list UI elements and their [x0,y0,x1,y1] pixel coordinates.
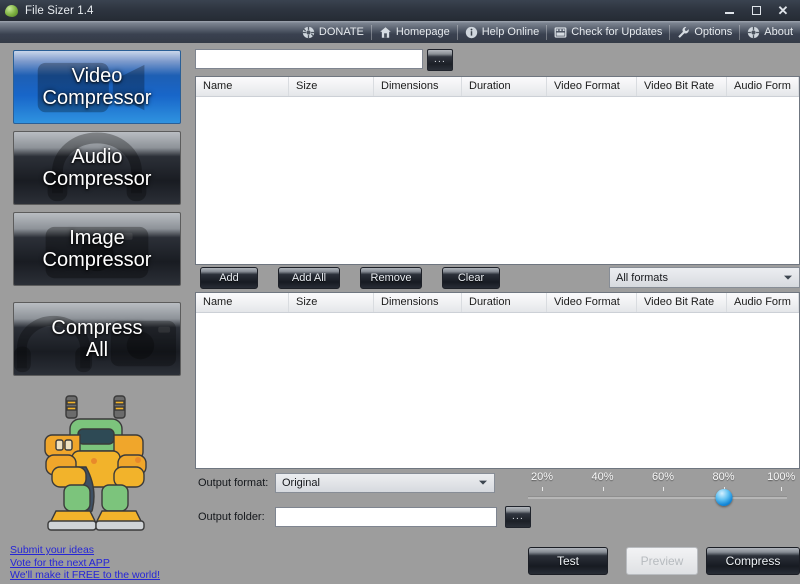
sidebar-links: Submit your ideas Vote for the next APP … [10,544,188,582]
remove-button[interactable]: Remove [360,267,422,289]
leaf-icon [5,4,19,18]
slider-tick-80: 80% [712,471,735,483]
close-icon[interactable]: ✕ [770,1,796,21]
browse-output-folder-button[interactable]: ... [505,506,531,528]
wrench-icon [678,26,690,38]
chevron-down-icon [479,480,487,485]
source-list-rows [196,97,799,264]
search-row: ... [195,49,453,71]
window-controls: ✕ [716,0,796,21]
browse-dots: ... [512,511,524,522]
toolbar-item-donate[interactable]: DONATE [295,21,371,43]
search-input[interactable] [195,49,423,69]
target-list-rows [196,313,799,468]
toolbar-item-about[interactable]: About [740,21,800,43]
toolbar-label: Homepage [395,26,450,38]
toolbar-item-options[interactable]: Options [670,21,739,43]
window-title: File Sizer 1.4 [25,4,94,17]
output-folder-label: Output folder: [198,511,265,523]
slider-tick-100: 100% [767,471,796,483]
slider-tick-60: 60% [651,471,675,483]
sidebar-label-line1: Image [69,227,125,249]
browse-button-top[interactable]: ... [427,49,453,71]
sidebar-item-image-compressor[interactable]: Image Compressor [13,212,181,286]
main-panel: ... Name Size Dimensions Duration Video … [190,43,800,584]
sidebar-label-line2: Compressor [42,249,152,271]
add-all-button[interactable]: Add All [278,267,340,289]
output-format-value: Original [282,477,320,489]
column-header-video-format[interactable]: Video Format [547,293,637,312]
chevron-down-icon [784,275,792,280]
output-format-dropdown[interactable]: Original [275,473,495,493]
column-header-video-format[interactable]: Video Format [547,77,637,96]
output-folder-input[interactable] [275,507,497,527]
link-vote-next-app[interactable]: Vote for the next APP [10,557,188,570]
column-header-name[interactable]: Name [196,293,289,312]
slider-thumb[interactable] [715,489,732,506]
slider-tick-40: 40% [591,471,614,483]
sidebar-label-line2: Compressor [42,87,152,109]
sidebar-label-line1: Audio [71,146,123,168]
maximize-icon[interactable] [743,1,769,21]
toolbar-label: Check for Updates [571,26,663,38]
column-header-duration[interactable]: Duration [462,77,547,96]
column-header-audio-format[interactable]: Audio Form [727,293,799,312]
sidebar-label-line2: Compressor [42,168,152,190]
output-format-label: Output format: [198,477,269,489]
sidebar-label-line2: All [85,339,109,361]
column-header-size[interactable]: Size [289,77,374,96]
toolbar-item-homepage[interactable]: Homepage [372,21,457,43]
add-button[interactable]: Add [200,267,258,289]
browse-dots: ... [434,54,446,65]
home-icon [380,26,391,38]
minimize-icon[interactable] [716,1,742,21]
column-header-dimensions[interactable]: Dimensions [374,77,462,96]
toolbar-label: Options [694,26,733,38]
target-file-list[interactable]: Name Size Dimensions Duration Video Form… [195,292,800,469]
list-action-row: Add Add All Remove Clear All formats [195,267,800,289]
clear-button[interactable]: Clear [442,267,500,289]
link-free-to-the-world[interactable]: We'll make it FREE to the world! [10,569,188,582]
column-header-video-bit-rate[interactable]: Video Bit Rate [637,293,727,312]
format-filter-value: All formats [616,271,668,284]
source-file-list[interactable]: Name Size Dimensions Duration Video Form… [195,76,800,265]
column-header-audio-format[interactable]: Audio Form [727,77,799,96]
quality-slider[interactable]: 20% 40% 60% 80% 100% [520,471,795,506]
slider-tick-labels: 20% 40% 60% 80% 100% [520,471,795,485]
slider-tick-20: 20% [530,471,554,483]
title-bar: File Sizer 1.4 ✕ [0,0,800,22]
link-submit-your-ideas[interactable]: Submit your ideas [10,544,188,557]
sidebar-item-compress-all[interactable]: Compress All [13,302,181,376]
column-header-name[interactable]: Name [196,77,289,96]
application-window: File Sizer 1.4 ✕ DONATE Homepage Help On… [0,0,800,584]
sidebar-label-line1: Video [71,65,123,87]
column-header-dimensions[interactable]: Dimensions [374,293,462,312]
donate-icon [302,26,315,38]
toolbar: DONATE Homepage Help Online Check for Up… [0,21,800,44]
toolbar-label: Help Online [481,26,540,38]
sidebar-label-line1: Compress [51,317,143,339]
compress-button[interactable]: Compress [706,547,800,575]
preview-button: Preview [626,547,698,575]
sidebar: Video Compressor Audio Compressor Image … [0,43,190,584]
slider-ticks [520,487,795,492]
toolbar-label: DONATE [318,26,364,38]
source-list-header: Name Size Dimensions Duration Video Form… [196,77,799,97]
sidebar-item-video-compressor[interactable]: Video Compressor [13,50,181,124]
format-filter-dropdown[interactable]: All formats [609,267,800,288]
toolbar-label: About [764,26,793,38]
slider-track[interactable] [528,496,787,499]
column-header-duration[interactable]: Duration [462,293,547,312]
robot-mascot [44,395,147,531]
update-icon [554,26,567,38]
info-icon [465,26,477,38]
target-list-header: Name Size Dimensions Duration Video Form… [196,293,799,313]
toolbar-item-check-for-updates[interactable]: Check for Updates [547,21,669,43]
test-button[interactable]: Test [528,547,608,575]
column-header-size[interactable]: Size [289,293,374,312]
sidebar-item-audio-compressor[interactable]: Audio Compressor [13,131,181,205]
column-header-video-bit-rate[interactable]: Video Bit Rate [637,77,727,96]
about-icon [747,26,760,38]
toolbar-item-help-online[interactable]: Help Online [458,21,546,43]
